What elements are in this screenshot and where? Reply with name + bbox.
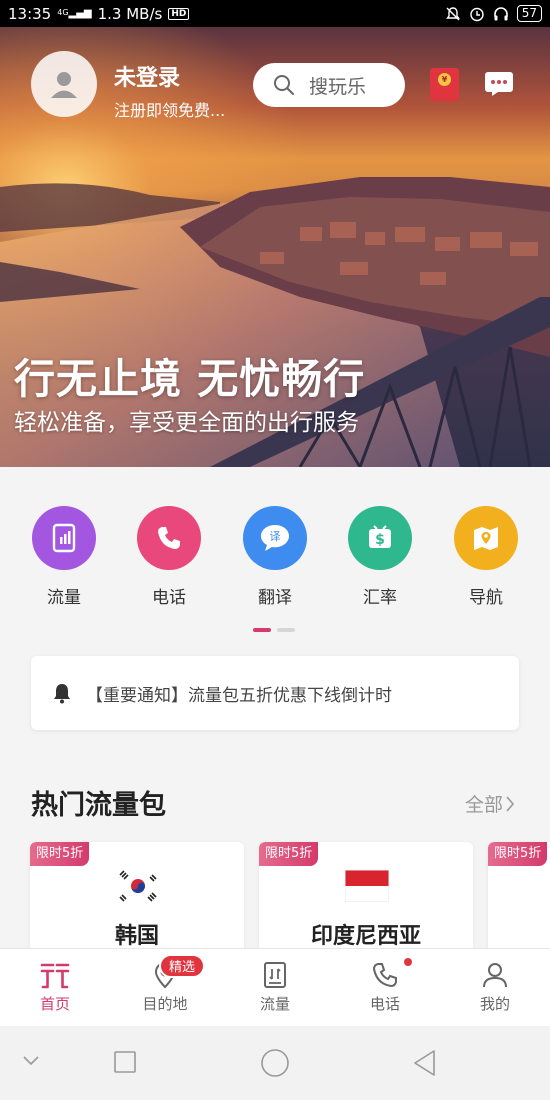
- section-title: 热门流量包: [31, 790, 166, 821]
- alarm-icon: [470, 7, 484, 21]
- phone-icon: [372, 963, 397, 988]
- page-dot-active: [253, 628, 271, 632]
- register-promo[interactable]: 注册即领免费...: [114, 97, 225, 121]
- user-icon: [483, 963, 507, 988]
- nav-profile[interactable]: 我的: [455, 961, 535, 1014]
- translate-icon: 译: [243, 506, 307, 570]
- mute-bell-icon: [445, 6, 460, 20]
- search-icon: [274, 75, 294, 95]
- quick-item-label: 电话: [152, 588, 186, 608]
- recents-button-icon[interactable]: [114, 1051, 136, 1073]
- nav-home[interactable]: 首页: [15, 961, 95, 1014]
- nav-label: 我的: [479, 995, 510, 1013]
- nav-label: 目的地: [142, 995, 188, 1013]
- discount-tag: 限时5折: [30, 842, 90, 866]
- data-book-icon: [264, 962, 286, 988]
- user-name[interactable]: 未登录: [114, 60, 180, 92]
- bottom-navigation: 首页 目的地 流量 电话 我的: [0, 948, 550, 1026]
- headset-icon: [493, 6, 508, 20]
- nav-data[interactable]: 流量: [235, 961, 315, 1014]
- nav-label: 流量: [259, 995, 290, 1013]
- quick-item-navigation[interactable]: 导航: [451, 506, 521, 608]
- home-button-icon[interactable]: [260, 1048, 290, 1078]
- discount-tag: 限时5折: [259, 842, 319, 866]
- map-navigation-icon: [454, 506, 518, 570]
- page-dot: [277, 628, 295, 632]
- status-bar: 13:35 4G▂▄▆ 1.3 MB/s HD 57: [0, 0, 550, 27]
- quick-item-translate[interactable]: 译 翻译: [240, 506, 310, 608]
- status-time: 13:35: [8, 4, 52, 23]
- app-screen: 13:35 4G▂▄▆ 1.3 MB/s HD 57 未登录 注册即领免费...…: [0, 0, 550, 1100]
- back-button-icon[interactable]: [412, 1049, 438, 1077]
- quick-menu: 流量 电话 译 翻译 $ 汇率 导航: [0, 467, 550, 652]
- view-all-label: 全部: [465, 794, 504, 816]
- red-packet-icon: ¥: [438, 73, 451, 86]
- quick-item-exchange[interactable]: $ 汇率: [345, 506, 415, 608]
- nav-label: 首页: [39, 995, 70, 1013]
- signal-icon: 4G▂▄▆: [57, 8, 92, 19]
- quick-item-label: 汇率: [363, 588, 397, 608]
- country-name: 印度尼西亚: [310, 924, 421, 949]
- view-all-link[interactable]: 全部: [465, 790, 515, 817]
- search-bar[interactable]: 搜玩乐: [253, 63, 405, 107]
- message-icon[interactable]: [484, 71, 514, 97]
- exchange-rate-icon: $: [348, 506, 412, 570]
- page-indicator: [253, 628, 295, 632]
- nav-label: 电话: [369, 995, 400, 1013]
- featured-badge: 精选: [159, 954, 206, 978]
- system-navigation-bar: [0, 1026, 550, 1100]
- user-avatar[interactable]: [31, 51, 97, 117]
- notice-text: 【重要通知】流量包五折优惠下线倒计时: [86, 685, 392, 706]
- collapse-chevron-icon[interactable]: [22, 1055, 40, 1067]
- nav-phone[interactable]: 电话: [345, 961, 425, 1014]
- banner-title: 行无止境 无忧畅行: [14, 355, 366, 403]
- home-icon: [40, 963, 70, 989]
- indonesia-flag-icon: [345, 870, 389, 902]
- country-name: 韩国: [114, 924, 159, 949]
- quick-item-phone[interactable]: 电话: [134, 506, 204, 608]
- chevron-right-icon: [506, 795, 515, 812]
- network-speed: 1.3 MB/s: [97, 4, 163, 23]
- notification-dot: [404, 958, 412, 966]
- quick-item-label: 翻译: [258, 588, 292, 608]
- phone-icon: [137, 506, 201, 570]
- battery-indicator: 57: [516, 5, 542, 22]
- notice-bar[interactable]: 【重要通知】流量包五折优惠下线倒计时: [31, 656, 519, 730]
- hero-banner[interactable]: 未登录 注册即领免费... 搜玩乐 ¥ 行无止境 无忧畅行 轻松准备，享受更全面…: [0, 27, 550, 467]
- quick-item-data[interactable]: 流量: [29, 506, 99, 608]
- user-avatar-icon: [51, 72, 77, 98]
- network-type: 4G: [57, 8, 69, 17]
- tablet-data-icon: [32, 506, 96, 570]
- banner-subtitle: 轻松准备，享受更全面的出行服务: [14, 410, 359, 436]
- quick-item-label: 导航: [469, 588, 503, 608]
- bell-icon: [54, 684, 70, 704]
- quick-item-label: 流量: [47, 588, 81, 608]
- search-placeholder: 搜玩乐: [309, 75, 367, 98]
- translate-glyph: 译: [270, 530, 281, 543]
- red-packet-button[interactable]: ¥: [430, 68, 459, 101]
- hd-badge: HD: [168, 7, 190, 20]
- korea-flag-icon: [116, 870, 160, 902]
- exchange-glyph: $: [375, 532, 385, 548]
- discount-tag: 限时5折: [488, 842, 548, 866]
